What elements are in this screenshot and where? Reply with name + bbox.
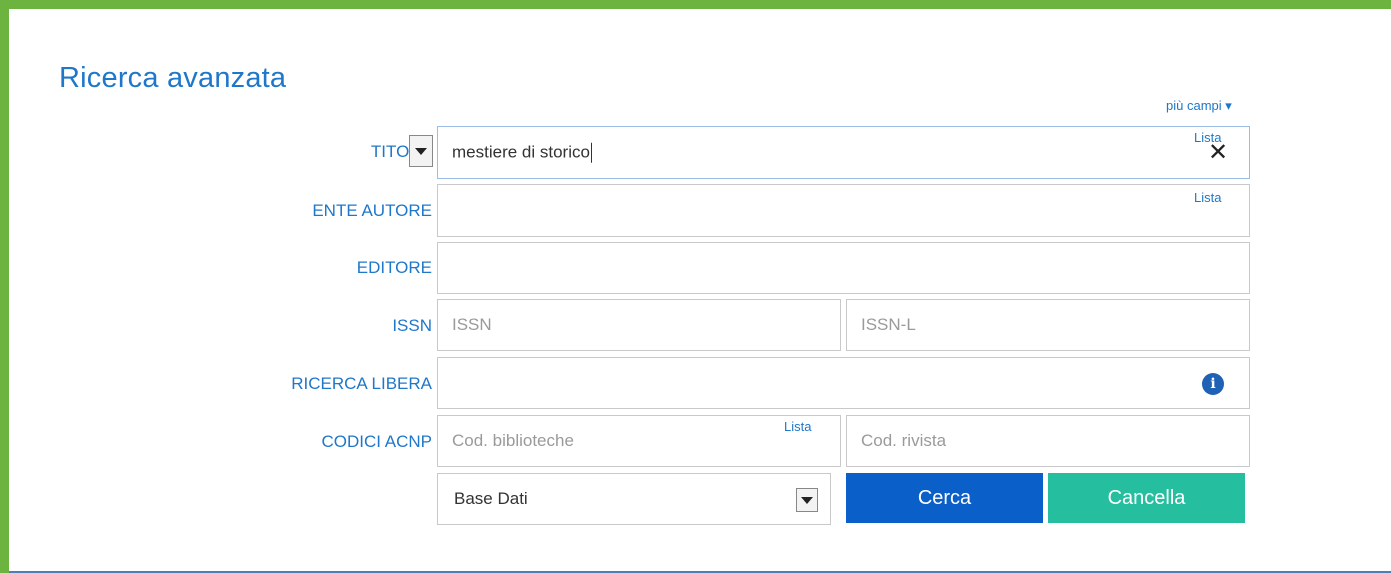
cod-biblioteche-input[interactable]: Cod. biblioteche Lista: [437, 415, 841, 467]
cod-biblioteche-placeholder: Cod. biblioteche: [452, 431, 574, 450]
issn-placeholder: ISSN: [452, 315, 492, 334]
codici-acnp-label: CODICI ACNP: [321, 432, 432, 451]
issn-l-input[interactable]: ISSN-L: [846, 299, 1250, 351]
page-title: Ricerca avanzata: [59, 62, 287, 94]
panel-frame: Ricerca avanzata più campi ▾ TITOLO mest…: [0, 0, 1391, 573]
cod-rivista-placeholder: Cod. rivista: [861, 431, 947, 450]
base-dati-value: Base Dati: [454, 489, 528, 508]
title-input-value: mestiere di storico: [452, 142, 592, 163]
ricerca-libera-input[interactable]: [437, 357, 1250, 409]
info-icon[interactable]: i: [1202, 373, 1224, 395]
more-fields-link[interactable]: più campi ▾: [1166, 98, 1232, 114]
cerca-button[interactable]: Cerca: [846, 473, 1043, 523]
issn-input[interactable]: ISSN: [437, 299, 841, 351]
issn-l-placeholder: ISSN-L: [861, 315, 916, 334]
base-dati-select[interactable]: Base Dati: [437, 473, 831, 525]
title-field-type-dropdown[interactable]: [409, 135, 433, 167]
ente-autore-label: ENTE AUTORE: [312, 201, 432, 220]
cancella-button[interactable]: Cancella: [1048, 473, 1245, 523]
ente-autore-input[interactable]: Lista: [437, 184, 1250, 237]
editore-input[interactable]: [437, 242, 1250, 294]
cod-rivista-input[interactable]: Cod. rivista: [846, 415, 1250, 467]
text-cursor: [590, 142, 592, 163]
editore-label: EDITORE: [356, 258, 432, 277]
chevron-down-icon: [796, 488, 818, 512]
clear-icon[interactable]: ✕: [1208, 141, 1228, 165]
ricerca-libera-label: RICERCA LIBERA: [291, 374, 432, 393]
issn-label: ISSN: [392, 316, 432, 335]
chevron-down-icon: [415, 147, 427, 155]
ente-autore-lista-link[interactable]: Lista: [1194, 190, 1221, 205]
cod-biblioteche-lista-link[interactable]: Lista: [784, 419, 811, 434]
title-input[interactable]: mestiere di storico Lista ✕: [437, 126, 1250, 179]
